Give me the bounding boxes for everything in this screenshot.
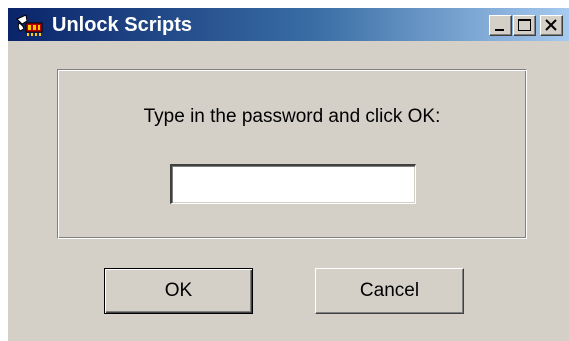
password-input[interactable] bbox=[170, 164, 416, 204]
window-title: Unlock Scripts bbox=[52, 14, 193, 36]
password-group-box: Type in the password and click OK: bbox=[57, 69, 527, 239]
unlock-scripts-dialog: Unlock Scripts Type in the password and … bbox=[8, 8, 569, 341]
app-icon bbox=[14, 13, 48, 37]
maximize-icon bbox=[518, 19, 531, 31]
close-button[interactable] bbox=[540, 15, 563, 36]
close-icon bbox=[545, 19, 557, 31]
password-prompt: Type in the password and click OK: bbox=[143, 106, 441, 127]
ok-button[interactable]: OK bbox=[104, 268, 253, 314]
title-bar[interactable]: Unlock Scripts bbox=[8, 8, 569, 41]
minimize-button[interactable] bbox=[489, 15, 512, 36]
minimize-icon bbox=[495, 29, 504, 31]
maximize-button[interactable] bbox=[513, 15, 536, 36]
cancel-button[interactable]: Cancel bbox=[315, 268, 464, 314]
